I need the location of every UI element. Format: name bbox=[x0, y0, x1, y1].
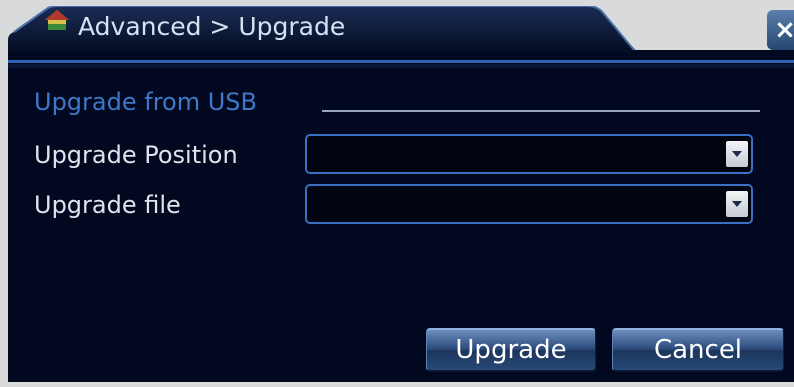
cancel-button[interactable]: Cancel bbox=[612, 328, 784, 372]
upgrade-position-select[interactable] bbox=[305, 134, 753, 174]
upgrade-file-label: Upgrade file bbox=[34, 191, 181, 219]
title-label: Advanced > Upgrade bbox=[78, 12, 346, 41]
upgrade-button[interactable]: Upgrade bbox=[426, 328, 596, 372]
upgrade-file-select[interactable] bbox=[305, 184, 753, 224]
close-icon: × bbox=[774, 15, 794, 45]
close-button[interactable]: × bbox=[767, 10, 794, 50]
section-title: Upgrade from USB bbox=[34, 88, 257, 116]
frame-inner-edge bbox=[8, 64, 794, 68]
chevron-down-icon[interactable] bbox=[726, 141, 748, 167]
upgrade-dialog: Advanced > Upgrade × Upgrade from USB Up… bbox=[8, 6, 794, 382]
section-divider bbox=[322, 110, 760, 112]
title-tab: Advanced > Upgrade bbox=[8, 6, 638, 53]
window-title: Advanced > Upgrade bbox=[44, 9, 345, 45]
home-icon bbox=[44, 10, 70, 38]
upgrade-position-label: Upgrade Position bbox=[34, 141, 238, 169]
chevron-down-icon[interactable] bbox=[726, 191, 748, 217]
title-divider bbox=[8, 60, 794, 63]
